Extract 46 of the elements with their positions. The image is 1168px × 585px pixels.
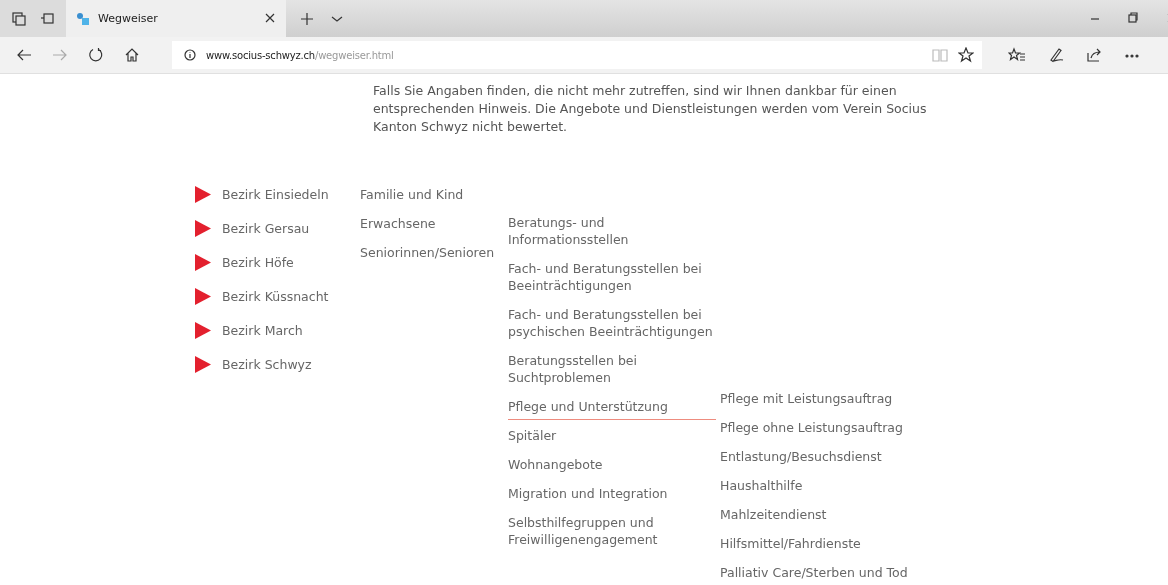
triangle-icon (195, 288, 211, 305)
topic-link[interactable]: Fach- und Beratungsstellen bei psychischen Beeinträchtigungen (508, 306, 716, 340)
browser-tab[interactable]: Wegweiser (66, 0, 286, 37)
home-icon[interactable] (124, 47, 140, 63)
district-link[interactable]: Bezirk Einsiedeln (222, 186, 329, 203)
triangle-icon (195, 220, 211, 237)
district-link[interactable]: Bezirk Gersau (222, 220, 310, 237)
site-icon (76, 11, 90, 26)
triangle-icon (195, 356, 211, 373)
subtopic-link[interactable]: Mahlzeitendienst (720, 506, 908, 523)
subtopic-link[interactable]: Haushalthilfe (720, 477, 908, 494)
category-link[interactable]: Seniorinnen/Senioren (360, 244, 508, 261)
category-link[interactable]: Erwachsene (360, 215, 508, 232)
address-bar[interactable]: www.socius-schwyz.ch/wegweiser.html (172, 41, 982, 69)
subtopic-link[interactable]: Pflege mit Leistungsauftrag (720, 390, 908, 407)
district-link[interactable]: Bezirk March (222, 322, 303, 339)
district-link[interactable]: Bezirk Schwyz (222, 356, 312, 373)
share-icon[interactable] (1086, 47, 1102, 63)
subtopic-link[interactable]: Entlastung/Besuchsdienst (720, 448, 908, 465)
refresh-icon[interactable] (88, 47, 104, 63)
pen-icon[interactable] (1048, 47, 1064, 63)
intro-text: Falls Sie Angaben finden, die nicht mehr zutreffen, sind wir Ihnen dankbar für einen entsprechenden Hinweis. Die Angebote und Dienstleistungen werden vom Verein Socius Kanton Schwyz nicht bewertet. (373, 82, 928, 136)
topic-link[interactable]: Wohnangebote (508, 455, 716, 473)
district-link[interactable]: Bezirk Küssnacht (222, 288, 329, 305)
topic-link[interactable]: Beratungs- und Informationsstellen (508, 214, 716, 248)
triangle-icon (195, 254, 211, 271)
subtopic-link[interactable]: Pflege ohne Leistungsauftrag (720, 419, 908, 436)
back-icon[interactable] (16, 47, 32, 63)
tabs-aside-icon[interactable] (12, 10, 26, 27)
subtopic-link[interactable]: Palliativ Care/Sterben und Tod (720, 564, 908, 581)
new-tab-icon[interactable] (300, 10, 314, 27)
favorites-list-icon[interactable] (1008, 47, 1026, 63)
topic-link[interactable]: Pflege und Unterstützung (508, 398, 716, 420)
info-icon (184, 47, 196, 63)
topic-link[interactable]: Selbsthilfegruppen und Freiwilligenengagement (508, 513, 716, 548)
topic-link[interactable]: Beratungsstellen bei Suchtproblemen (508, 352, 716, 386)
triangle-icon (195, 322, 211, 339)
district-link[interactable]: Bezirk Höfe (222, 254, 294, 271)
topic-link[interactable]: Migration und Integration (508, 484, 716, 502)
triangle-icon (195, 186, 211, 203)
category-link[interactable]: Familie und Kind (360, 186, 508, 203)
subtopic-link[interactable]: Hilfsmittel/Fahrdienste (720, 535, 908, 552)
favorite-star-icon[interactable] (958, 47, 974, 63)
topic-link[interactable]: Spitäler (508, 426, 716, 444)
topic-link[interactable]: Fach- und Beratungsstellen bei Beeinträchtigungen (508, 260, 716, 294)
tab-preview-icon[interactable] (40, 10, 54, 27)
